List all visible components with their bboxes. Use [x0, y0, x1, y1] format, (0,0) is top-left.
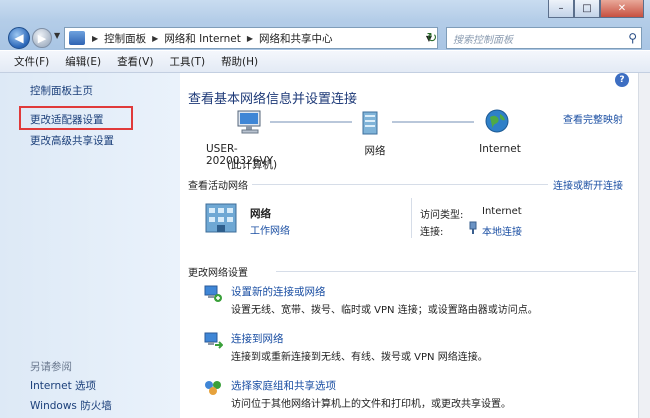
breadcrumb-sharing-center[interactable]: 网络和共享中心: [257, 31, 335, 46]
sidebar-item-sharing-settings[interactable]: 更改高级共享设置: [30, 133, 114, 148]
change-settings-header: 更改网络设置: [188, 268, 248, 279]
connect-network-icon: [204, 332, 223, 349]
connect-network-desc: 连接到或重新连接到无线、有线、拨号或 VPN 网络连接。: [231, 352, 488, 363]
setup-connection-link[interactable]: 设置新的连接或网络: [231, 284, 326, 299]
active-network-name: 网络: [250, 208, 271, 220]
divider: [276, 271, 636, 272]
computer-icon: [237, 110, 261, 134]
window-controls: – □ ✕: [548, 0, 644, 18]
search-icon[interactable]: ⚲: [628, 31, 637, 45]
maximize-button[interactable]: □: [574, 0, 600, 18]
control-panel-icon: [69, 31, 85, 45]
see-also-heading: 另请参阅: [30, 361, 72, 373]
setup-connection-desc: 设置无线、宽带、拨号、临时或 VPN 连接；或设置路由器或访问点。: [231, 305, 538, 316]
local-connection-link[interactable]: 本地连接: [482, 223, 522, 238]
computer-subtitle: (此计算机): [226, 159, 278, 171]
network-label: 网络: [364, 145, 386, 157]
address-bar[interactable]: ▶ 控制面板 ▶ 网络和 Internet ▶ 网络和共享中心 ▼: [64, 27, 438, 49]
sidebar-item-adapter-settings[interactable]: 更改适配器设置: [30, 112, 104, 127]
breadcrumb-separator-icon[interactable]: ▶: [148, 34, 162, 43]
close-button[interactable]: ✕: [600, 0, 644, 18]
sidebar-item-internet-options[interactable]: Internet 选项: [30, 378, 96, 393]
forward-button[interactable]: ▶: [32, 28, 52, 48]
connections-label: 连接:: [420, 227, 444, 238]
scrollbar[interactable]: [638, 73, 650, 418]
search-input[interactable]: 搜索控制面板 ⚲: [446, 27, 642, 49]
globe-icon: [485, 109, 509, 133]
network-type-link[interactable]: 工作网络: [250, 222, 290, 237]
breadcrumb-separator-icon[interactable]: ▶: [88, 34, 102, 43]
homegroup-desc: 访问位于其他网络计算机上的文件和打印机，或更改共享设置。: [231, 399, 511, 410]
menu-help[interactable]: 帮助(H): [213, 54, 266, 69]
connect-network-link[interactable]: 连接到网络: [231, 331, 284, 346]
menu-edit[interactable]: 编辑(E): [57, 54, 109, 69]
divider: [411, 198, 412, 238]
full-map-link[interactable]: 查看完整映射: [563, 111, 623, 126]
network-building-icon: [205, 203, 237, 233]
menu-view[interactable]: 查看(V): [109, 54, 161, 69]
page-title: 查看基本网络信息并设置连接: [188, 92, 358, 107]
breadcrumb-separator-icon[interactable]: ▶: [243, 34, 257, 43]
menu-tools[interactable]: 工具(T): [161, 54, 213, 69]
internet-label: Internet: [479, 143, 521, 155]
minimize-button[interactable]: –: [548, 0, 574, 18]
refresh-icon[interactable]: ↻: [421, 27, 443, 49]
search-placeholder: 搜索控制面板: [453, 34, 513, 46]
new-connection-icon: [204, 285, 222, 302]
back-button[interactable]: ◀: [8, 27, 30, 49]
homegroup-link[interactable]: 选择家庭组和共享选项: [231, 378, 336, 393]
ethernet-icon: [469, 221, 477, 234]
divider: [252, 184, 548, 185]
sidebar-item-home[interactable]: 控制面板主页: [30, 83, 93, 98]
map-connector: [270, 121, 352, 123]
homegroup-icon: [205, 381, 221, 395]
map-connector: [392, 121, 474, 123]
access-type-label: 访问类型:: [420, 210, 464, 221]
help-icon[interactable]: ?: [615, 73, 629, 87]
access-type-value: Internet: [482, 206, 522, 217]
sidebar: 控制面板主页 更改适配器设置 更改高级共享设置 另请参阅 Internet 选项…: [0, 73, 180, 418]
connect-disconnect-link[interactable]: 连接或断开连接: [553, 177, 623, 192]
sidebar-item-firewall[interactable]: Windows 防火墙: [30, 398, 112, 413]
network-icon: [362, 111, 378, 135]
active-networks-header: 查看活动网络: [188, 181, 248, 192]
menu-bar: 文件(F) 编辑(E) 查看(V) 工具(T) 帮助(H): [0, 51, 650, 73]
history-dropdown-icon[interactable]: ▼: [54, 31, 60, 40]
breadcrumb-network-internet[interactable]: 网络和 Internet: [162, 31, 243, 46]
menu-file[interactable]: 文件(F): [6, 54, 57, 69]
breadcrumb-control-panel[interactable]: 控制面板: [102, 31, 148, 46]
